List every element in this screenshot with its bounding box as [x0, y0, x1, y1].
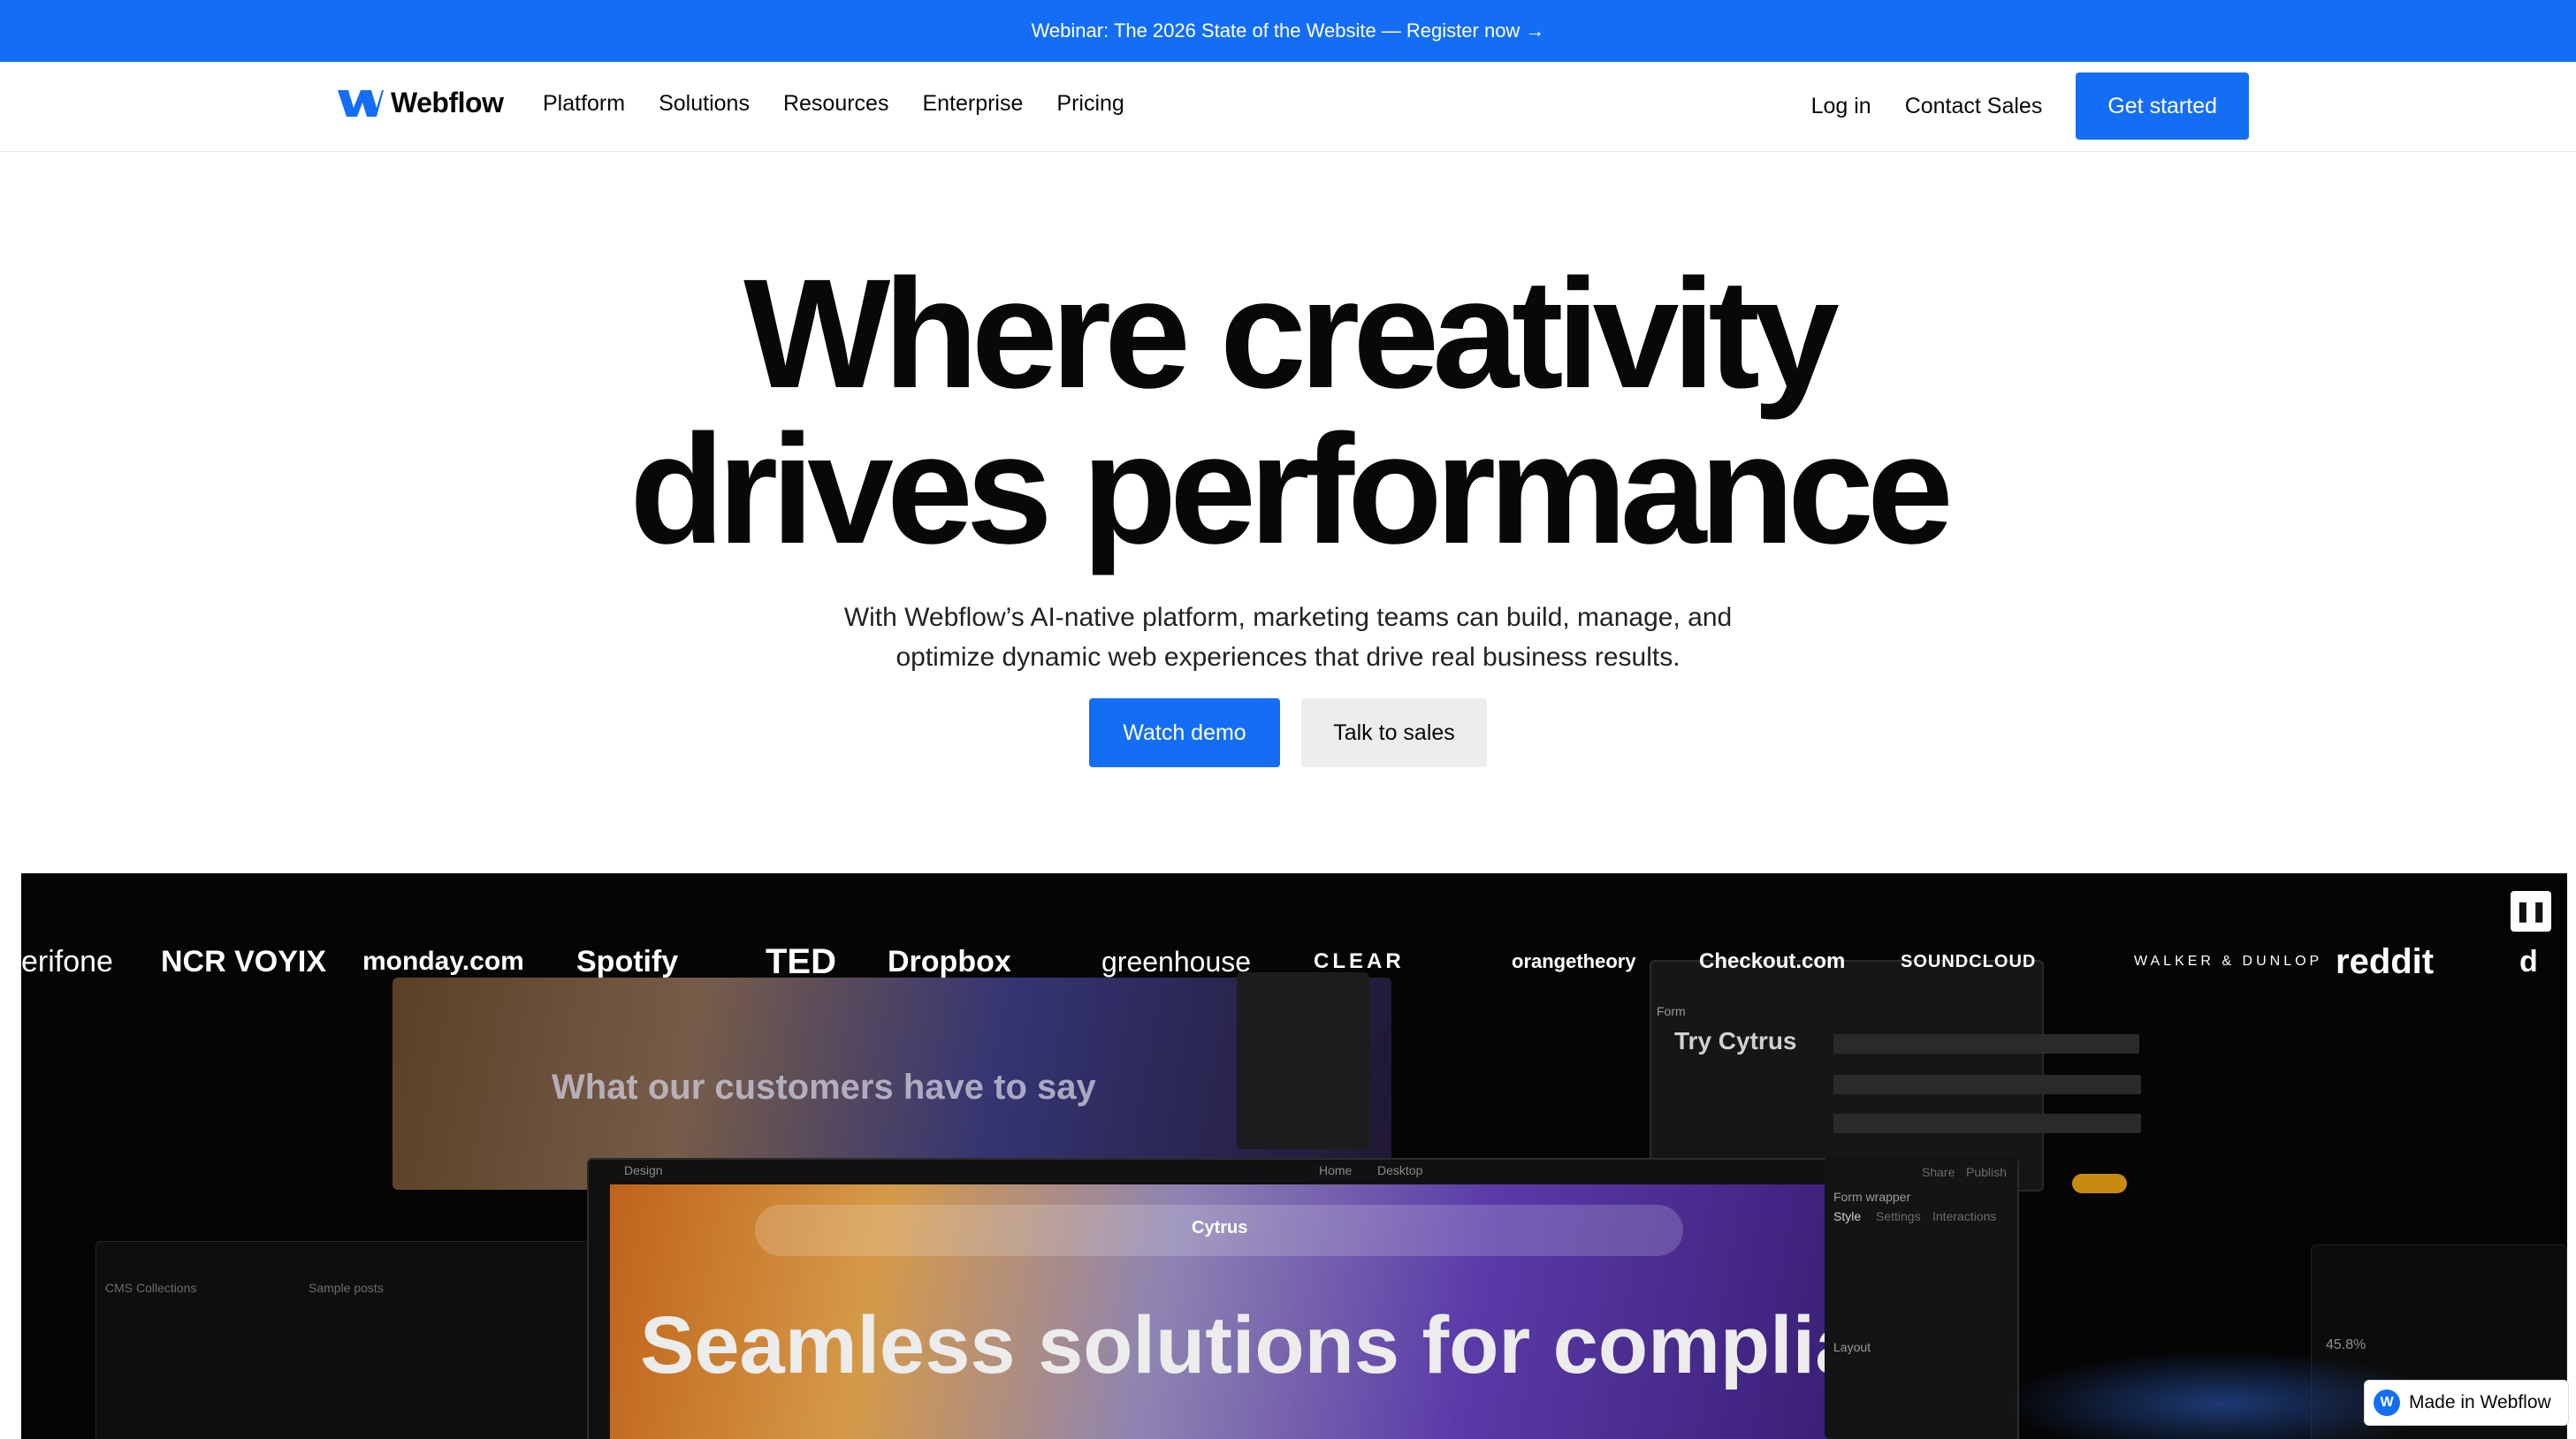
logo-orangetheory: orangetheory	[1512, 950, 1636, 972]
logo-greenhouse: greenhouse	[1101, 946, 1252, 978]
webflow-logo-text: Webflow	[391, 87, 504, 118]
nav-resources[interactable]: Resources	[783, 91, 889, 117]
settings-tab: Settings	[1876, 1209, 1921, 1223]
hero-heading-line-2: drives performance	[629, 403, 1954, 576]
logo-walker-dunlop: WALKER & DUNLOP	[2134, 954, 2323, 969]
page-home-label: Home	[1319, 1163, 1353, 1177]
customer-logo-strip: erifone NCR VOYIX monday.com Spotify TED…	[21, 935, 2567, 988]
form-field	[1833, 1034, 1993, 1054]
get-started-button[interactable]: Get started	[2076, 72, 2249, 140]
made-in-webflow-label: Made in Webflow	[2409, 1392, 2551, 1412]
form-preview-title: Try Cytrus	[1674, 1027, 1797, 1055]
form-wrapper-label: Form wrapper	[1833, 1190, 1911, 1204]
publish-button-label: Publish	[1966, 1165, 2007, 1179]
form-field	[1833, 1114, 2141, 1133]
canvas-hero-heading: Seamless solutions for compliance	[640, 1300, 2001, 1390]
logo-soundcloud: SOUNDCLOUD	[1901, 952, 2037, 971]
sample-posts-label: Sample posts	[309, 1281, 384, 1295]
style-tab: Style	[1833, 1209, 1862, 1223]
style-panel-preview	[1237, 972, 1369, 1149]
watch-demo-button[interactable]: Watch demo	[1089, 698, 1280, 767]
webflow-badge-icon: W	[2374, 1390, 2400, 1416]
pause-icon[interactable]: ❚❚	[2511, 891, 2551, 932]
layout-section-label: Layout	[1833, 1340, 1871, 1354]
nav-solutions[interactable]: Solutions	[659, 91, 750, 117]
hero-subtitle: With Webflow’s AI-native platform, marke…	[843, 603, 1733, 672]
hero-buttons: Watch demo Talk to sales	[0, 698, 2576, 767]
webflow-logo-icon	[338, 89, 384, 117]
primary-nav-links: Platform Solutions Resources Enterprise …	[543, 91, 1124, 117]
made-in-webflow-badge[interactable]: W Made in Webflow	[2364, 1380, 2569, 1426]
nav-actions: Log in Contact Sales Get started	[1811, 72, 2249, 140]
webflow-logo[interactable]: Webflow	[338, 87, 504, 119]
nav-pricing[interactable]: Pricing	[1056, 91, 1124, 117]
form-field	[1833, 1075, 2141, 1094]
cms-collections-label: CMS Collections	[105, 1281, 197, 1295]
share-button-label: Share	[1922, 1165, 1955, 1179]
cms-collections-panel: CMS Collections Sample posts	[95, 1241, 599, 1439]
form-tab-label: Form	[1657, 1004, 1686, 1018]
login-link[interactable]: Log in	[1811, 94, 1871, 119]
designer-right-panel: Form wrapper Style Settings Interactions…	[1825, 1156, 2017, 1439]
logo-clear: CLEAR	[1314, 949, 1405, 973]
logo-monday: monday.com	[362, 947, 524, 976]
webinar-register-link[interactable]: Webinar: The 2026 State of the Website —…	[1032, 19, 1545, 42]
logo-dropbox: Dropbox	[888, 945, 1011, 978]
product-showcase: What our customers have to say CMS Colle…	[21, 873, 2567, 1439]
hero-heading: Where creativity drives performance	[0, 256, 2576, 567]
logo-ncr-voyix: NCR VOYIX	[161, 945, 327, 978]
hero-heading-line-1: Where creativity	[743, 247, 1840, 421]
customers-preview-heading: What our customers have to say	[552, 1068, 1096, 1107]
form-submit-pill	[2072, 1174, 2127, 1193]
design-mode-label: Design	[624, 1163, 663, 1177]
canvas-brand-name: Cytrus	[1192, 1218, 1248, 1237]
logo-ted: TED	[766, 942, 836, 981]
form-field	[1980, 1034, 2139, 1054]
breakpoint-desktop-label: Desktop	[1377, 1163, 1423, 1177]
announcement-banner: Webinar: The 2026 State of the Website —…	[0, 0, 2576, 62]
logo-partial: d	[2519, 945, 2538, 978]
logo-reddit: reddit	[2336, 942, 2435, 981]
nav-enterprise[interactable]: Enterprise	[922, 91, 1023, 117]
talk-to-sales-button[interactable]: Talk to sales	[1301, 698, 1487, 767]
main-navigation: Webflow Platform Solutions Resources Ent…	[0, 62, 2576, 152]
contact-sales-link[interactable]: Contact Sales	[1905, 94, 2043, 119]
logo-spotify: Spotify	[576, 945, 679, 978]
logo-checkout: Checkout.com	[1699, 949, 1846, 973]
nav-platform[interactable]: Platform	[543, 91, 625, 117]
interactions-tab: Interactions	[1932, 1209, 1997, 1223]
logo-verifone: erifone	[21, 945, 113, 978]
